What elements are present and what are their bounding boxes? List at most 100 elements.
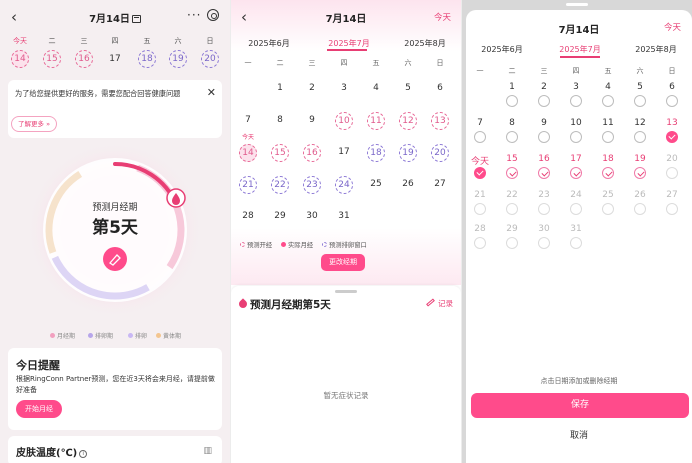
learn-more-button[interactable]: 了解更多 » xyxy=(11,116,58,132)
calendar-day-31[interactable]: 31 xyxy=(335,208,353,226)
day-checkbox[interactable] xyxy=(506,95,518,107)
calendar-day-22[interactable]: 22 xyxy=(271,176,289,194)
save-button[interactable]: 保存 xyxy=(471,393,689,418)
week-day-18[interactable]: 18 xyxy=(138,50,156,68)
calendar-day-30[interactable]: 30 xyxy=(533,224,555,234)
day-checkbox[interactable] xyxy=(474,203,486,215)
week-day-14[interactable]: 14 xyxy=(11,50,29,68)
calendar-day-16[interactable]: 16 xyxy=(303,144,321,162)
calendar-day-17[interactable]: 17 xyxy=(565,154,587,164)
day-checkbox[interactable] xyxy=(666,203,678,215)
calendar-day-22[interactable]: 22 xyxy=(501,190,523,200)
day-checkbox[interactable] xyxy=(570,131,582,143)
calendar-day-1[interactable]: 1 xyxy=(501,82,523,92)
calendar-day-8[interactable]: 8 xyxy=(271,112,289,130)
calendar-day-21[interactable]: 21 xyxy=(469,190,491,200)
calendar-day-今天[interactable]: 今天 xyxy=(469,154,491,167)
calendar-day-12[interactable]: 12 xyxy=(629,118,651,128)
day-checkbox[interactable] xyxy=(538,167,550,179)
sheet-handle[interactable] xyxy=(566,3,588,6)
month-tab[interactable]: 2025年8月 xyxy=(403,38,447,49)
day-checkbox[interactable] xyxy=(570,237,582,249)
day-checkbox[interactable] xyxy=(570,95,582,107)
calendar-day-18[interactable]: 18 xyxy=(367,144,385,162)
calendar-day-21[interactable]: 21 xyxy=(239,176,257,194)
calendar-day-11[interactable]: 11 xyxy=(367,112,385,130)
calendar-day-13[interactable]: 13 xyxy=(661,118,683,128)
calendar-day-28[interactable]: 28 xyxy=(239,208,257,226)
day-checkbox[interactable] xyxy=(474,131,486,143)
edit-period-button[interactable]: 更改经期 xyxy=(321,254,365,271)
calendar-day-18[interactable]: 18 xyxy=(597,154,619,164)
calendar-day-27[interactable]: 27 xyxy=(431,176,449,194)
day-checkbox[interactable] xyxy=(474,167,486,179)
calendar-day-5[interactable]: 5 xyxy=(629,82,651,92)
day-checkbox[interactable] xyxy=(634,131,646,143)
edit-period-button[interactable] xyxy=(103,247,127,271)
sheet-handle[interactable] xyxy=(335,290,357,293)
calendar-day-9[interactable]: 9 xyxy=(303,112,321,130)
week-day-16[interactable]: 16 xyxy=(75,50,93,68)
skin-temperature-card[interactable]: 皮肤温度(℃) i ▥ xyxy=(8,436,222,463)
more-icon[interactable]: ··· xyxy=(187,8,201,22)
calendar-day-12[interactable]: 12 xyxy=(399,112,417,130)
chart-icon[interactable]: ▥ xyxy=(203,446,212,456)
calendar-day-2[interactable]: 2 xyxy=(533,82,555,92)
calendar-day-29[interactable]: 29 xyxy=(501,224,523,234)
calendar-day-19[interactable]: 19 xyxy=(399,144,417,162)
calendar-day-1[interactable]: 1 xyxy=(271,80,289,98)
calendar-day-14[interactable]: 14 xyxy=(239,144,257,162)
calendar-day-2[interactable]: 2 xyxy=(303,80,321,98)
week-day-15[interactable]: 15 xyxy=(43,50,61,68)
calendar-day-26[interactable]: 26 xyxy=(399,176,417,194)
day-checkbox[interactable] xyxy=(570,167,582,179)
week-day-20[interactable]: 20 xyxy=(201,50,219,68)
info-icon[interactable]: i xyxy=(79,450,88,458)
calendar-day-5[interactable]: 5 xyxy=(399,80,417,98)
calendar-day-26[interactable]: 26 xyxy=(629,190,651,200)
day-checkbox[interactable] xyxy=(666,167,678,179)
month-tab[interactable]: 2025年7月 xyxy=(556,44,604,55)
day-checkbox[interactable] xyxy=(602,167,614,179)
calendar-day-10[interactable]: 10 xyxy=(565,118,587,128)
calendar-day-13[interactable]: 13 xyxy=(431,112,449,130)
day-checkbox[interactable] xyxy=(538,237,550,249)
calendar-day-25[interactable]: 25 xyxy=(597,190,619,200)
calendar-day-10[interactable]: 10 xyxy=(335,112,353,130)
calendar-day-3[interactable]: 3 xyxy=(335,80,353,98)
calendar-day-6[interactable]: 6 xyxy=(661,82,683,92)
calendar-day-9[interactable]: 9 xyxy=(533,118,555,128)
calendar-day-7[interactable]: 7 xyxy=(469,118,491,128)
calendar-day-19[interactable]: 19 xyxy=(629,154,651,164)
day-checkbox[interactable] xyxy=(570,203,582,215)
day-checkbox[interactable] xyxy=(634,167,646,179)
day-checkbox[interactable] xyxy=(538,131,550,143)
calendar-day-30[interactable]: 30 xyxy=(303,208,321,226)
calendar-day-6[interactable]: 6 xyxy=(431,80,449,98)
today-button[interactable]: 今天 xyxy=(434,11,451,23)
day-checkbox[interactable] xyxy=(666,131,678,143)
day-checkbox[interactable] xyxy=(602,203,614,215)
calendar-day-3[interactable]: 3 xyxy=(565,82,587,92)
calendar-day-23[interactable]: 23 xyxy=(303,176,321,194)
calendar-day-8[interactable]: 8 xyxy=(501,118,523,128)
week-day-17[interactable]: 17 xyxy=(106,50,124,68)
day-checkbox[interactable] xyxy=(474,237,486,249)
record-button[interactable]: 记录 xyxy=(426,298,453,309)
month-tab[interactable]: 2025年8月 xyxy=(632,44,680,55)
day-checkbox[interactable] xyxy=(666,95,678,107)
calendar-icon[interactable] xyxy=(131,15,141,23)
calendar-day-17[interactable]: 17 xyxy=(335,144,353,162)
calendar-day-16[interactable]: 16 xyxy=(533,154,555,164)
calendar-day-24[interactable]: 24 xyxy=(565,190,587,200)
day-checkbox[interactable] xyxy=(602,131,614,143)
day-checkbox[interactable] xyxy=(506,203,518,215)
day-checkbox[interactable] xyxy=(538,95,550,107)
day-checkbox[interactable] xyxy=(506,131,518,143)
calendar-day-4[interactable]: 4 xyxy=(597,82,619,92)
week-day-19[interactable]: 19 xyxy=(169,50,187,68)
cancel-button[interactable]: 取消 xyxy=(466,428,692,441)
calendar-day-27[interactable]: 27 xyxy=(661,190,683,200)
calendar-day-20[interactable]: 20 xyxy=(431,144,449,162)
calendar-day-25[interactable]: 25 xyxy=(367,176,385,194)
